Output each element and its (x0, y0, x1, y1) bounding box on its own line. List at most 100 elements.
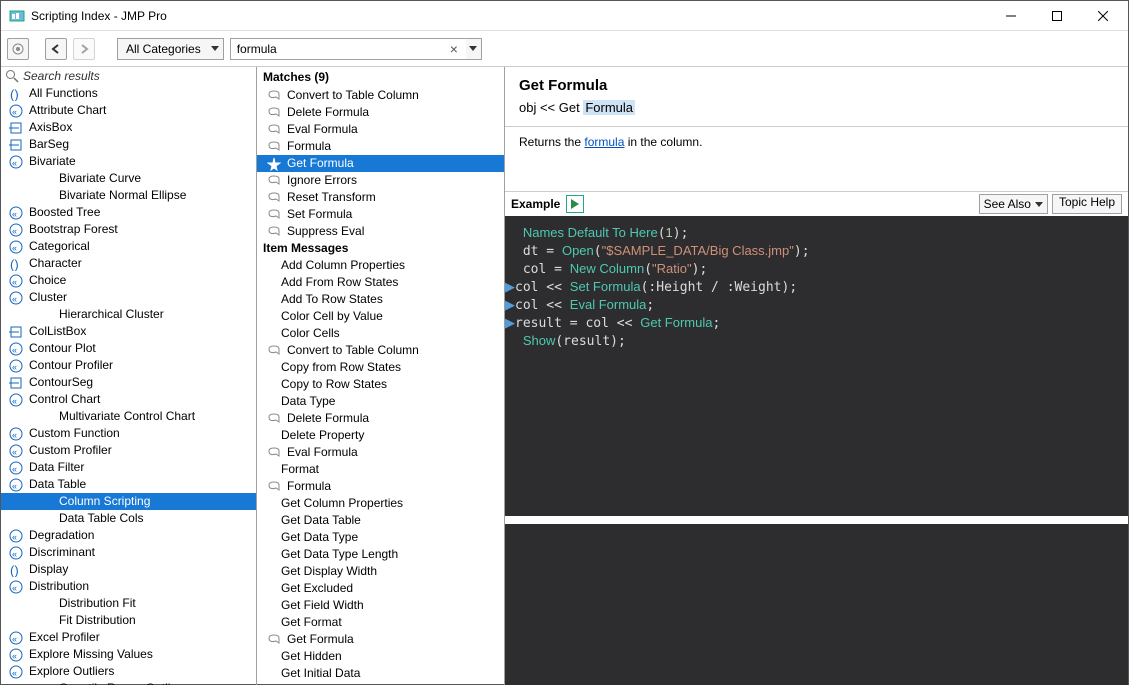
tree-item[interactable]: «Discriminant (1, 544, 256, 561)
tree-item[interactable]: «Custom Profiler (1, 442, 256, 459)
tree-item[interactable]: «Degradation (1, 527, 256, 544)
match-item[interactable]: Delete Formula (257, 410, 504, 427)
tree-item[interactable]: Quantile Range Outliers (1, 680, 256, 685)
tree-item[interactable]: Multivariate Control Chart (1, 408, 256, 425)
match-label: Data Type (281, 394, 335, 409)
tree-item[interactable]: BarSeg (1, 136, 256, 153)
tree-item[interactable]: «Choice (1, 272, 256, 289)
dbl-icon: « (9, 648, 23, 662)
detail-description: Returns the formula in the column. (505, 127, 1128, 157)
tree-item-label: Contour Plot (29, 341, 96, 356)
maximize-button[interactable] (1034, 1, 1080, 30)
tree-item[interactable]: Fit Distribution (1, 612, 256, 629)
tree-item[interactable]: «Boosted Tree (1, 204, 256, 221)
match-item[interactable]: Get Display Width (257, 563, 504, 580)
search-dropdown-button[interactable] (466, 38, 482, 60)
tree-item[interactable]: Column Scripting (1, 493, 256, 510)
svg-text:«: « (12, 634, 17, 644)
match-item[interactable]: Get Field Width (257, 597, 504, 614)
forward-button[interactable] (73, 38, 95, 60)
tree-item[interactable]: ()Character (1, 255, 256, 272)
match-item[interactable]: Format (257, 461, 504, 478)
match-item[interactable]: Suppress Eval (257, 223, 504, 240)
svg-text:«: « (12, 345, 17, 355)
tree-item-label: Bivariate Normal Ellipse (59, 188, 186, 203)
match-item[interactable]: Eval Formula (257, 121, 504, 138)
tree-item[interactable]: Hierarchical Cluster (1, 306, 256, 323)
topic-help-button[interactable]: Topic Help (1052, 194, 1122, 214)
match-item[interactable]: Copy from Row States (257, 359, 504, 376)
tree-item[interactable]: AxisBox (1, 119, 256, 136)
dbl-icon: « (9, 665, 23, 679)
tree-item[interactable]: «Data Filter (1, 459, 256, 476)
match-item[interactable]: Get Format (257, 614, 504, 631)
minimize-button[interactable] (988, 1, 1034, 30)
tree-item[interactable]: «Explore Missing Values (1, 646, 256, 663)
match-item[interactable]: Get Data Type (257, 529, 504, 546)
match-item[interactable]: Get Data Table (257, 512, 504, 529)
back-button[interactable] (45, 38, 67, 60)
run-example-button[interactable] (566, 195, 584, 213)
tree-item[interactable]: «Control Chart (1, 391, 256, 408)
clear-search-button[interactable]: × (450, 41, 466, 57)
tree-item[interactable]: «Excel Profiler (1, 629, 256, 646)
tree-item[interactable]: «Explore Outliers (1, 663, 256, 680)
tree-item[interactable]: «Cluster (1, 289, 256, 306)
match-item[interactable]: Delete Formula (257, 104, 504, 121)
match-item[interactable]: Color Cells (257, 325, 504, 342)
tree-item[interactable]: ContourSeg (1, 374, 256, 391)
match-label: Get Data Type (281, 530, 358, 545)
tree-item[interactable]: «Contour Profiler (1, 357, 256, 374)
match-item[interactable]: Get Hidden (257, 648, 504, 665)
tree-item[interactable]: «Bivariate (1, 153, 256, 170)
category-dropdown[interactable]: All Categories (117, 38, 224, 60)
match-label: Delete Formula (287, 411, 369, 426)
match-item[interactable]: Convert to Table Column (257, 342, 504, 359)
match-item[interactable]: Add To Row States (257, 291, 504, 308)
match-item[interactable]: Get Formula (257, 155, 504, 172)
tree-item-label: AxisBox (29, 120, 72, 135)
match-item[interactable]: Add Column Properties (257, 257, 504, 274)
match-item[interactable]: Get Initial Data (257, 665, 504, 682)
match-item[interactable]: Copy to Row States (257, 376, 504, 393)
tree-item-label: Cluster (29, 290, 67, 305)
match-item[interactable]: Get Excluded (257, 580, 504, 597)
tree-item[interactable]: Data Table Cols (1, 510, 256, 527)
tree-item[interactable]: «Attribute Chart (1, 102, 256, 119)
match-item[interactable]: Get Data Type Length (257, 546, 504, 563)
tree-item[interactable]: Distribution Fit (1, 595, 256, 612)
match-item[interactable]: Add From Row States (257, 274, 504, 291)
match-item[interactable]: Eval Formula (257, 444, 504, 461)
tree-item[interactable]: ()All Functions (1, 85, 256, 102)
match-item[interactable]: Get Formula (257, 631, 504, 648)
dbl-icon: « (9, 155, 23, 169)
match-item[interactable]: Convert to Table Column (257, 87, 504, 104)
match-item[interactable]: Ignore Errors (257, 172, 504, 189)
match-item[interactable]: Delete Property (257, 427, 504, 444)
match-item[interactable]: Reset Transform (257, 189, 504, 206)
tree-item[interactable]: «Bootstrap Forest (1, 221, 256, 238)
tree-item[interactable]: Bivariate Normal Ellipse (1, 187, 256, 204)
match-item[interactable]: Set Formula (257, 206, 504, 223)
example-code[interactable]: Names Default To Here(1); dt = Open("$SA… (505, 216, 1128, 516)
search-input[interactable] (230, 38, 470, 60)
tree-item[interactable]: «Distribution (1, 578, 256, 595)
match-item[interactable]: Formula (257, 478, 504, 495)
match-item[interactable]: Color Cell by Value (257, 308, 504, 325)
match-group-header: Item Messages (257, 240, 504, 257)
tree-item[interactable]: «Categorical (1, 238, 256, 255)
close-button[interactable] (1080, 1, 1126, 30)
tree-item[interactable]: ()Display (1, 561, 256, 578)
tree-item[interactable]: « Contour Plot (1, 340, 256, 357)
search-wrap: × (230, 38, 482, 60)
match-item[interactable]: Formula (257, 138, 504, 155)
tree-item[interactable]: «Custom Function (1, 425, 256, 442)
home-button[interactable] (7, 38, 29, 60)
tree-item[interactable]: Bivariate Curve (1, 170, 256, 187)
tree-item[interactable]: «Data Table (1, 476, 256, 493)
match-item[interactable]: Get Column Properties (257, 495, 504, 512)
tree-item[interactable]: ColListBox (1, 323, 256, 340)
output-area[interactable] (505, 524, 1128, 685)
see-also-dropdown[interactable]: See Also (979, 194, 1048, 214)
match-item[interactable]: Data Type (257, 393, 504, 410)
